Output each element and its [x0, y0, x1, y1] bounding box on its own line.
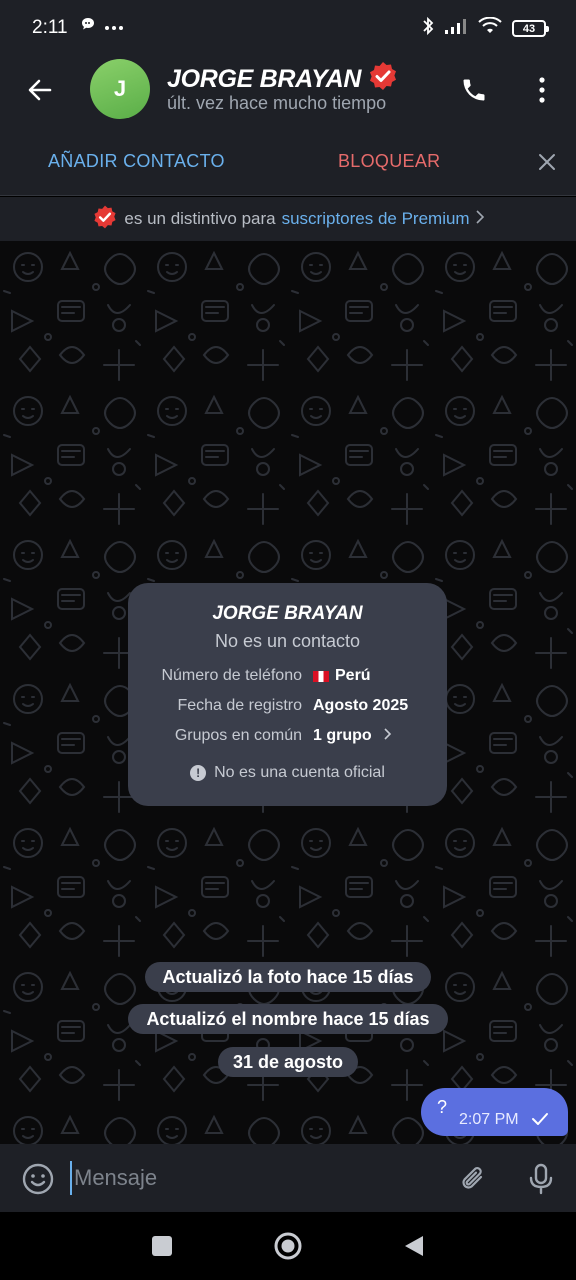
- attach-button[interactable]: [453, 1159, 493, 1199]
- info-row-registration: Fecha de registro Agosto 2025: [128, 697, 447, 721]
- status-left-icons: [80, 16, 124, 37]
- info-card-note: ! No es una cuenta oficial: [128, 764, 447, 782]
- arrow-left-icon: [28, 79, 52, 101]
- recents-button[interactable]: [142, 1226, 182, 1266]
- message-time: 2:07 PM: [459, 1111, 519, 1128]
- home-button[interactable]: [268, 1226, 308, 1266]
- premium-badge-icon: [92, 204, 118, 235]
- status-time: 2:11: [32, 17, 68, 38]
- message-text: ?: [437, 1097, 448, 1117]
- back-button[interactable]: [20, 70, 60, 110]
- chevron-right-icon: [476, 209, 484, 229]
- chevron-right-icon: [378, 727, 392, 745]
- message-input[interactable]: [70, 1161, 430, 1195]
- call-button[interactable]: [454, 70, 494, 110]
- info-label: Fecha de registro: [177, 697, 302, 714]
- outgoing-message-bubble[interactable]: ? 2:07 PM: [421, 1088, 568, 1136]
- premium-link[interactable]: suscriptores de Premium: [282, 209, 470, 229]
- signal-icon: [444, 17, 468, 40]
- system-nav-bar: [0, 1212, 576, 1280]
- info-value-text: 1 grupo: [313, 727, 372, 744]
- close-action-bar-button[interactable]: [530, 145, 564, 179]
- service-message: Actualizó el nombre hace 15 días: [128, 1004, 448, 1034]
- bluetooth-icon: [422, 16, 434, 41]
- back-nav-button[interactable]: [394, 1226, 434, 1266]
- paperclip-icon: [462, 1167, 483, 1189]
- premium-notice-text: es un distintivo para: [124, 209, 276, 228]
- square-icon: [152, 1236, 172, 1256]
- emoji-button[interactable]: [18, 1159, 58, 1199]
- more-menu-button[interactable]: [522, 70, 562, 110]
- info-value: Perú: [313, 667, 371, 685]
- action-bar: AÑADIR CONTACTO BLOQUEAR: [0, 128, 576, 196]
- triangle-back-icon: [405, 1236, 423, 1256]
- info-note-text: No es una cuenta oficial: [214, 764, 385, 781]
- close-icon: [539, 154, 555, 170]
- info-value[interactable]: 1 grupo: [313, 727, 392, 745]
- smiley-icon: [22, 1163, 54, 1195]
- add-contact-button[interactable]: AÑADIR CONTACTO: [48, 151, 225, 172]
- block-button[interactable]: BLOQUEAR: [338, 151, 440, 172]
- peru-flag-icon: [313, 670, 329, 682]
- microphone-icon: [529, 1163, 553, 1195]
- more-vertical-icon: [539, 77, 545, 103]
- contact-info-card: JORGE BRAYAN No es un contacto Número de…: [128, 583, 447, 806]
- microphone-button[interactable]: [521, 1159, 561, 1199]
- check-icon: [531, 1112, 549, 1131]
- circle-icon: [274, 1232, 302, 1260]
- avatar[interactable]: J: [90, 59, 150, 119]
- wifi-icon: [478, 16, 502, 40]
- info-card-subtitle: No es un contacto: [214, 631, 361, 651]
- service-message: Actualizó la foto hace 15 días: [145, 962, 431, 992]
- info-value-text: Perú: [335, 667, 371, 684]
- contact-name: JORGE BRAYAN: [167, 65, 362, 93]
- info-label: Número de teléfono: [161, 667, 302, 684]
- last-seen: últ. vez hace mucho tiempo: [167, 93, 387, 113]
- status-right: 43: [422, 16, 549, 41]
- chat-header: J JORGE BRAYAN últ. vez hace mucho tiemp…: [0, 56, 576, 128]
- chat-bubble-icon: [80, 16, 96, 37]
- info-card-title: JORGE BRAYAN: [212, 603, 363, 624]
- phone-icon: [463, 79, 485, 101]
- status-bar: 2:11 43: [0, 0, 576, 56]
- message-input-bar: [0, 1144, 576, 1212]
- more-dots-icon: [104, 18, 124, 36]
- info-exclamation-icon: !: [190, 765, 207, 781]
- battery-icon: 43: [512, 20, 549, 37]
- chat-area[interactable]: JORGE BRAYAN No es un contacto Número de…: [0, 241, 576, 1144]
- premium-notice[interactable]: es un distintivo para suscriptores de Pr…: [0, 197, 576, 241]
- info-row-groups[interactable]: Grupos en común 1 grupo: [128, 727, 447, 751]
- info-row-phone: Número de teléfono Perú: [128, 667, 447, 691]
- info-value: Agosto 2025: [313, 697, 409, 714]
- date-separator: 31 de agosto: [218, 1047, 358, 1077]
- info-label: Grupos en común: [174, 727, 302, 744]
